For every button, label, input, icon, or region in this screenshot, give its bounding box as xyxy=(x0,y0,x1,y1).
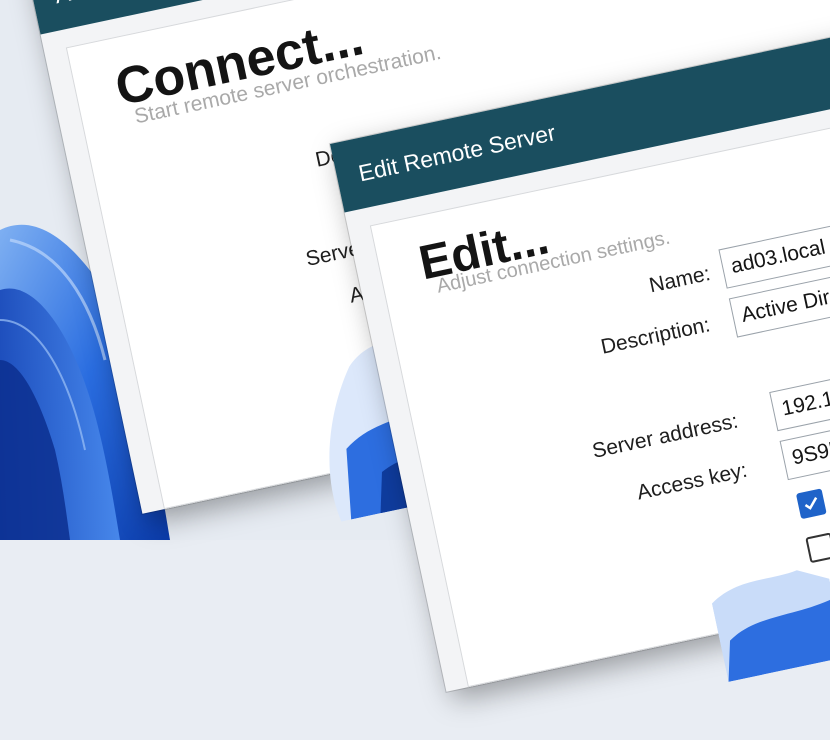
checkmark-icon xyxy=(804,497,818,510)
access-key-label: Access key: xyxy=(634,458,750,505)
server-address-label: Server address: xyxy=(590,409,741,463)
server-address-input[interactable]: 192.168 xyxy=(769,335,830,432)
name-input[interactable]: ad03.local xyxy=(718,193,830,289)
add-window-title: Add Remote Server xyxy=(52,0,255,8)
auto-checkbox[interactable] xyxy=(795,488,827,520)
description-label: Description: xyxy=(598,313,713,359)
decorative-illustration xyxy=(711,570,830,682)
name-label: Name: xyxy=(647,262,713,298)
